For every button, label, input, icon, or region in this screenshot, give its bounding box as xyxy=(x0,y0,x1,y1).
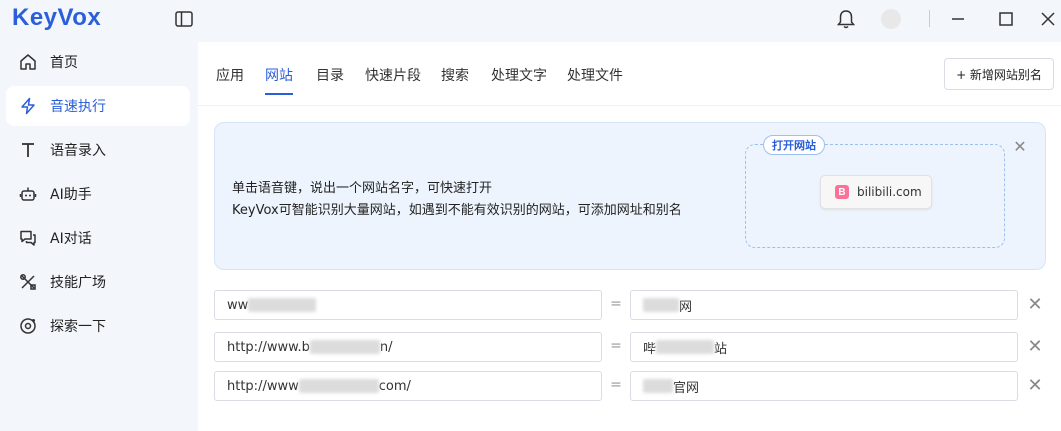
sidebar-item-label: AI对话 xyxy=(50,231,92,247)
sidebar: 首页 音速执行 语音录入 AI助手 AI对话 技能广场 探索一下 xyxy=(0,40,198,431)
home-icon xyxy=(18,52,38,72)
sidebar-item-ai-chat[interactable]: AI对话 xyxy=(6,218,190,258)
robot-icon xyxy=(18,184,38,204)
tab-websites[interactable]: 网站 xyxy=(265,65,293,85)
chat-icon xyxy=(18,228,38,248)
text-icon xyxy=(18,140,38,160)
avatar[interactable] xyxy=(881,9,901,29)
sidebar-item-label: AI助手 xyxy=(50,187,92,203)
alias-row: http://www.b n/ = 哔站 ✕ xyxy=(214,332,1061,362)
sidebar-item-label: 语音录入 xyxy=(50,143,106,159)
alias-row: http://www com/ = 官网 ✕ xyxy=(214,371,1061,401)
add-website-alias-button[interactable]: + 新增网站别名 xyxy=(944,58,1054,90)
tab-bar: 应用 网站 目录 快速片段 搜索 处理文字 处理文件 + 新增网站别名 xyxy=(198,42,1061,106)
logo-text: KeyVox xyxy=(12,4,102,31)
tab-apps[interactable]: 应用 xyxy=(216,65,244,85)
redacted-text xyxy=(248,298,317,312)
close-icon[interactable]: ✕ xyxy=(1012,139,1028,155)
info-text-line1: 单击语音键，说出一个网站名字，可快速打开 xyxy=(232,181,493,196)
sidebar-item-explore[interactable]: 探索一下 xyxy=(6,306,190,346)
sidebar-item-label: 技能广场 xyxy=(50,275,106,291)
alias-name-input[interactable]: 哔站 xyxy=(630,332,1018,362)
delete-row-icon[interactable]: ✕ xyxy=(1025,337,1045,357)
tab-snippets[interactable]: 快速片段 xyxy=(365,65,421,85)
alias-row: ww = 网 ✕ xyxy=(214,290,1061,320)
bell-icon[interactable] xyxy=(835,8,857,30)
redacted-text xyxy=(309,340,380,354)
info-card: 单击语音键，说出一个网站名字，可快速打开 KeyVox可智能识别大量网站，如遇到… xyxy=(214,122,1046,270)
sidebar-item-skills[interactable]: 技能广场 xyxy=(6,262,190,302)
bilibili-icon: B xyxy=(835,185,849,199)
active-tab-indicator xyxy=(265,93,293,95)
tools-icon xyxy=(18,272,38,292)
url-input[interactable]: http://www.b n/ xyxy=(214,332,602,362)
preview-tag: 打开网站 xyxy=(763,135,825,155)
close-window-icon[interactable] xyxy=(1037,8,1059,30)
info-text-line2: KeyVox可智能识别大量网站，如遇到不能有效识别的网站，可添加网址和别名 xyxy=(232,203,682,218)
tab-search[interactable]: 搜索 xyxy=(441,65,469,85)
maximize-icon[interactable] xyxy=(995,8,1017,30)
tab-process-text[interactable]: 处理文字 xyxy=(491,65,547,85)
url-input[interactable]: ww xyxy=(214,290,602,320)
preview-site-chip: B bilibili.com xyxy=(820,175,932,209)
sidebar-item-quick-exec[interactable]: 音速执行 xyxy=(6,86,190,126)
sidebar-toggle-icon[interactable] xyxy=(173,8,195,30)
redacted-text xyxy=(643,298,679,312)
delete-row-icon[interactable]: ✕ xyxy=(1025,295,1045,315)
equals-sign: = xyxy=(610,377,622,393)
sidebar-item-label: 首页 xyxy=(50,55,78,71)
preview-box: 打开网站 B bilibili.com xyxy=(745,135,1005,248)
app-logo: KeyVox xyxy=(12,4,101,32)
explore-icon xyxy=(18,316,38,336)
titlebar-divider xyxy=(929,10,930,27)
lightning-icon xyxy=(18,96,38,116)
tab-directory[interactable]: 目录 xyxy=(316,65,344,85)
minimize-icon[interactable] xyxy=(947,8,969,30)
redacted-text xyxy=(643,379,673,393)
sidebar-item-home[interactable]: 首页 xyxy=(6,42,190,82)
equals-sign: = xyxy=(610,296,622,312)
sidebar-item-voice-input[interactable]: 语音录入 xyxy=(6,130,190,170)
sidebar-item-label: 音速执行 xyxy=(50,99,106,115)
equals-sign: = xyxy=(610,338,622,354)
delete-row-icon[interactable]: ✕ xyxy=(1025,376,1045,396)
redacted-text xyxy=(298,379,379,393)
title-bar: KeyVox xyxy=(0,0,1061,38)
alias-name-input[interactable]: 官网 xyxy=(630,371,1018,401)
sidebar-item-ai-assistant[interactable]: AI助手 xyxy=(6,174,190,214)
sidebar-item-label: 探索一下 xyxy=(50,319,106,335)
main-panel: 应用 网站 目录 快速片段 搜索 处理文字 处理文件 + 新增网站别名 单击语音… xyxy=(198,42,1061,431)
redacted-text xyxy=(656,340,715,354)
preview-site-text: bilibili.com xyxy=(857,185,922,199)
alias-name-input[interactable]: 网 xyxy=(630,290,1018,320)
url-input[interactable]: http://www com/ xyxy=(214,371,602,401)
tab-process-files[interactable]: 处理文件 xyxy=(567,65,623,85)
